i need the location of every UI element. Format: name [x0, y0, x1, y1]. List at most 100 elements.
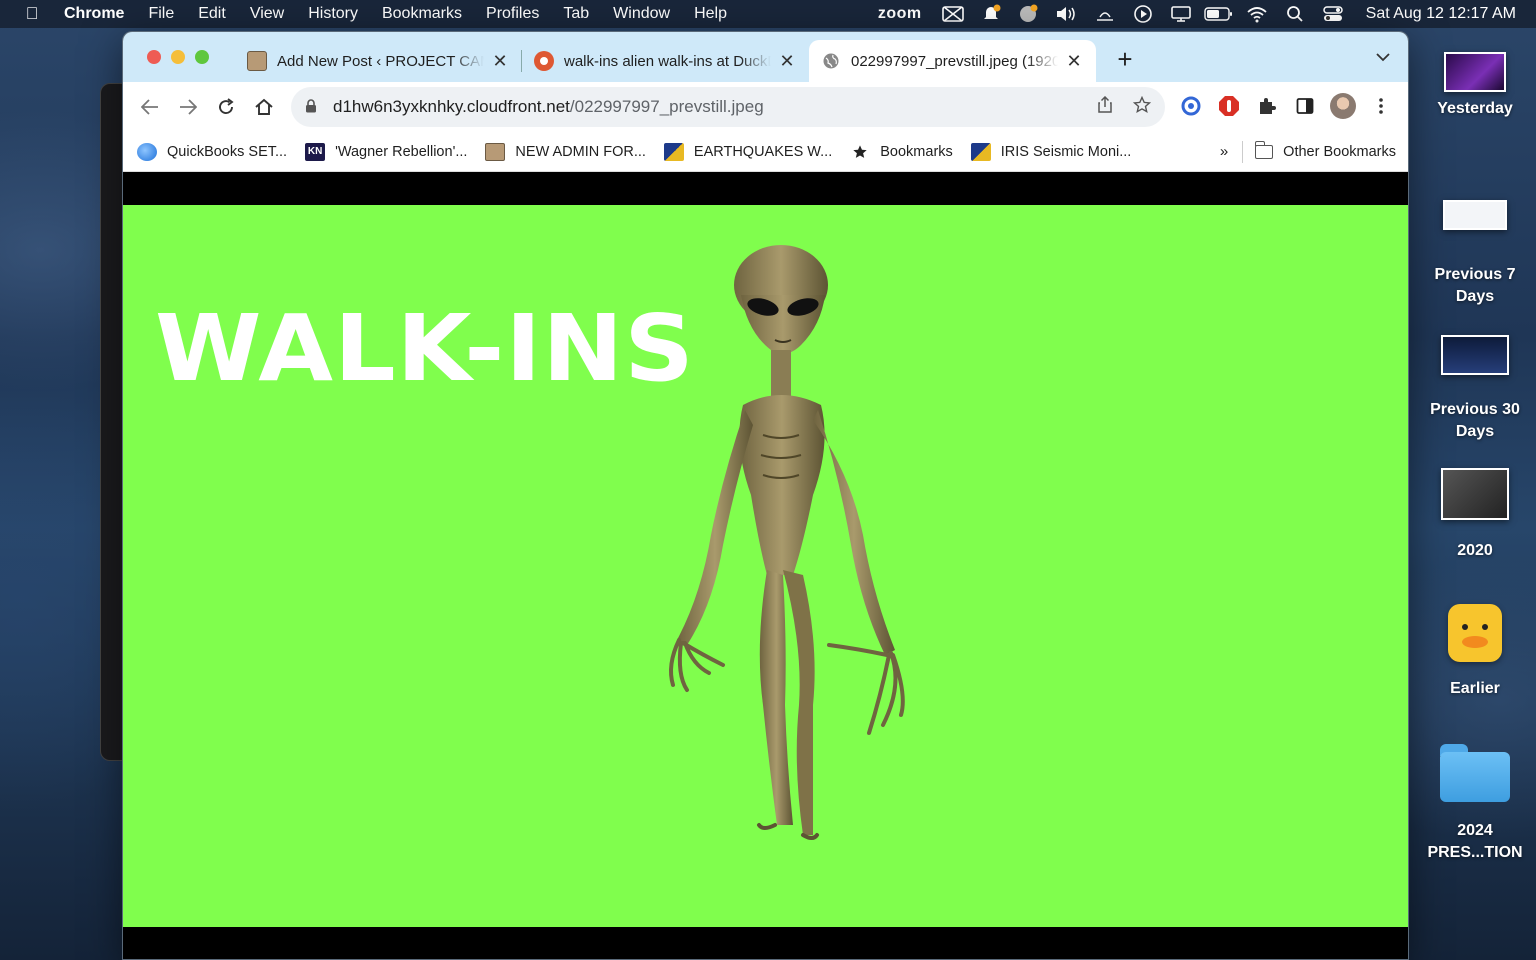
page-viewport: WALK-INS	[123, 172, 1408, 959]
tab-title: walk-ins alien walk-ins at DuckDuckGo	[564, 52, 771, 70]
quickbooks-icon	[137, 142, 157, 161]
user-badge-icon[interactable]	[1010, 4, 1048, 24]
tab-image-prevstill[interactable]: 022997997_prevstill.jpeg (1920 ✕	[809, 40, 1096, 82]
stack-label: 2024 PRES...TION	[1427, 822, 1523, 861]
desktop-stack-yesterday[interactable]: Yesterday	[1420, 52, 1530, 120]
bookmark-star-icon[interactable]	[1132, 95, 1152, 119]
bookmarks-bar: QuickBooks SET... KN 'Wagner Rebellion'.…	[123, 132, 1408, 172]
side-panel-icon[interactable]	[1292, 93, 1318, 119]
menu-bar:  Chrome File Edit View History Bookmark…	[0, 0, 1536, 28]
duck-app-icon	[1448, 604, 1502, 662]
display-icon[interactable]	[1162, 5, 1200, 23]
stack-label: Previous 7 Days	[1434, 266, 1516, 305]
menu-app-name[interactable]: Chrome	[64, 5, 136, 23]
address-bar[interactable]: d1hw6n3yxknhky.cloudfront.net/022997997_…	[291, 87, 1165, 127]
stack-thumbnail	[1441, 335, 1509, 375]
menu-help[interactable]: Help	[682, 5, 739, 23]
profile-avatar[interactable]	[1330, 93, 1356, 119]
close-tab-icon[interactable]: ✕	[490, 51, 510, 72]
desktop-folder-2024-presentation[interactable]: 2024 PRES...TION	[1420, 744, 1530, 864]
desktop-stack-previous-7-days[interactable]: Previous 7 Days	[1420, 200, 1530, 308]
bookmark-label: Bookmarks	[880, 143, 953, 160]
new-tab-button[interactable]: +	[1113, 46, 1137, 72]
close-window-button[interactable]	[147, 50, 161, 64]
browser-window: Add New Post ‹ PROJECT CAMELOT ✕ walk-in…	[122, 31, 1409, 960]
tab-search-chevron-icon[interactable]	[1376, 49, 1390, 67]
close-tab-icon[interactable]: ✕	[1064, 51, 1084, 72]
menu-profiles[interactable]: Profiles	[474, 5, 551, 23]
stack-thumbnail	[1443, 200, 1507, 230]
brightness-icon[interactable]	[1086, 5, 1124, 23]
wifi-icon[interactable]	[1238, 5, 1276, 23]
forward-button[interactable]	[169, 88, 207, 126]
extensions-puzzle-icon[interactable]	[1254, 93, 1280, 119]
adblock-extension-icon[interactable]	[1216, 93, 1242, 119]
menu-tab[interactable]: Tab	[551, 5, 601, 23]
notification-bell-icon[interactable]	[972, 4, 1010, 24]
minimize-window-button[interactable]	[171, 50, 185, 64]
bookmark-wagner[interactable]: KN 'Wagner Rebellion'...	[305, 142, 468, 161]
menu-edit[interactable]: Edit	[186, 5, 238, 23]
tab-duckduckgo-search[interactable]: walk-ins alien walk-ins at DuckDuckGo ✕	[522, 40, 809, 82]
image-headline: WALK-INS	[155, 295, 695, 402]
bookmark-label: EARTHQUAKES W...	[693, 143, 833, 160]
camelot-favicon-icon	[247, 51, 267, 71]
stack-label: Earlier	[1450, 680, 1500, 697]
knews-icon: KN	[305, 142, 326, 161]
lock-icon[interactable]	[305, 98, 319, 116]
menu-history[interactable]: History	[296, 5, 370, 23]
globe-icon	[821, 51, 841, 71]
extension-circle-icon[interactable]	[1178, 93, 1204, 119]
menu-bookmarks[interactable]: Bookmarks	[370, 5, 474, 23]
bookmark-folder-bookmarks[interactable]: Bookmarks	[850, 143, 953, 161]
spotlight-search-icon[interactable]	[1276, 5, 1314, 23]
bookmark-iris[interactable]: IRIS Seismic Moni...	[970, 142, 1132, 161]
stack-label: 2020	[1457, 542, 1493, 559]
duckduckgo-favicon-icon	[534, 51, 554, 71]
tab-strip: Add New Post ‹ PROJECT CAMELOT ✕ walk-in…	[123, 32, 1408, 82]
video-off-icon[interactable]	[934, 5, 972, 23]
kebab-menu-icon[interactable]	[1368, 93, 1394, 119]
other-bookmarks-label: Other Bookmarks	[1283, 143, 1396, 160]
reload-button[interactable]	[207, 88, 245, 126]
menu-view[interactable]: View	[238, 5, 296, 23]
menu-window[interactable]: Window	[601, 5, 682, 23]
volume-icon[interactable]	[1048, 5, 1086, 23]
displayed-image[interactable]: WALK-INS	[123, 205, 1408, 927]
bookmark-label: IRIS Seismic Moni...	[1000, 143, 1132, 160]
folder-icon	[1254, 140, 1274, 159]
desktop-stack-2020[interactable]: 2020	[1420, 468, 1530, 562]
desktop-stack-previous-30-days[interactable]: Previous 30 Days	[1420, 335, 1530, 443]
tab-add-new-post[interactable]: Add New Post ‹ PROJECT CAMELOT ✕	[235, 40, 522, 82]
stack-thumbnail	[1441, 468, 1509, 520]
zoom-status[interactable]: zoom	[866, 5, 934, 23]
desktop-stack-earlier[interactable]: Earlier	[1420, 604, 1530, 700]
home-button[interactable]	[245, 88, 283, 126]
other-bookmarks-folder[interactable]: Other Bookmarks	[1254, 140, 1396, 160]
control-center-icon[interactable]	[1314, 5, 1352, 23]
bookmark-quickbooks[interactable]: QuickBooks SET...	[137, 142, 287, 161]
maximize-window-button[interactable]	[195, 50, 209, 64]
earthquake-icon	[663, 142, 684, 161]
bookmarks-divider	[1242, 140, 1244, 163]
close-tab-icon[interactable]: ✕	[777, 51, 797, 72]
tab-title: 022997997_prevstill.jpeg (1920	[851, 52, 1058, 70]
bookmark-label: NEW ADMIN FOR...	[515, 143, 646, 160]
menubar-clock[interactable]: Sat Aug 12 12:17 AM	[1352, 5, 1516, 23]
window-controls	[147, 50, 209, 64]
stack-thumbnail	[1444, 52, 1506, 92]
apple-icon[interactable]: 	[0, 4, 64, 24]
play-circle-icon[interactable]	[1124, 4, 1162, 24]
bookmark-label: 'Wagner Rebellion'...	[335, 143, 468, 160]
menu-file[interactable]: File	[136, 5, 186, 23]
bookmark-new-admin[interactable]: NEW ADMIN FOR...	[485, 142, 646, 161]
alien-figure-image	[669, 245, 905, 840]
bookmark-earthquakes[interactable]: EARTHQUAKES W...	[663, 142, 833, 161]
stack-label: Yesterday	[1437, 100, 1513, 117]
share-icon[interactable]	[1097, 95, 1113, 119]
folder-icon	[1440, 744, 1510, 802]
url-path: /022997997_prevstill.jpeg	[569, 97, 764, 116]
back-button[interactable]	[131, 88, 169, 126]
bookmarks-overflow-button[interactable]: »	[1220, 143, 1228, 160]
battery-icon[interactable]	[1200, 6, 1238, 22]
